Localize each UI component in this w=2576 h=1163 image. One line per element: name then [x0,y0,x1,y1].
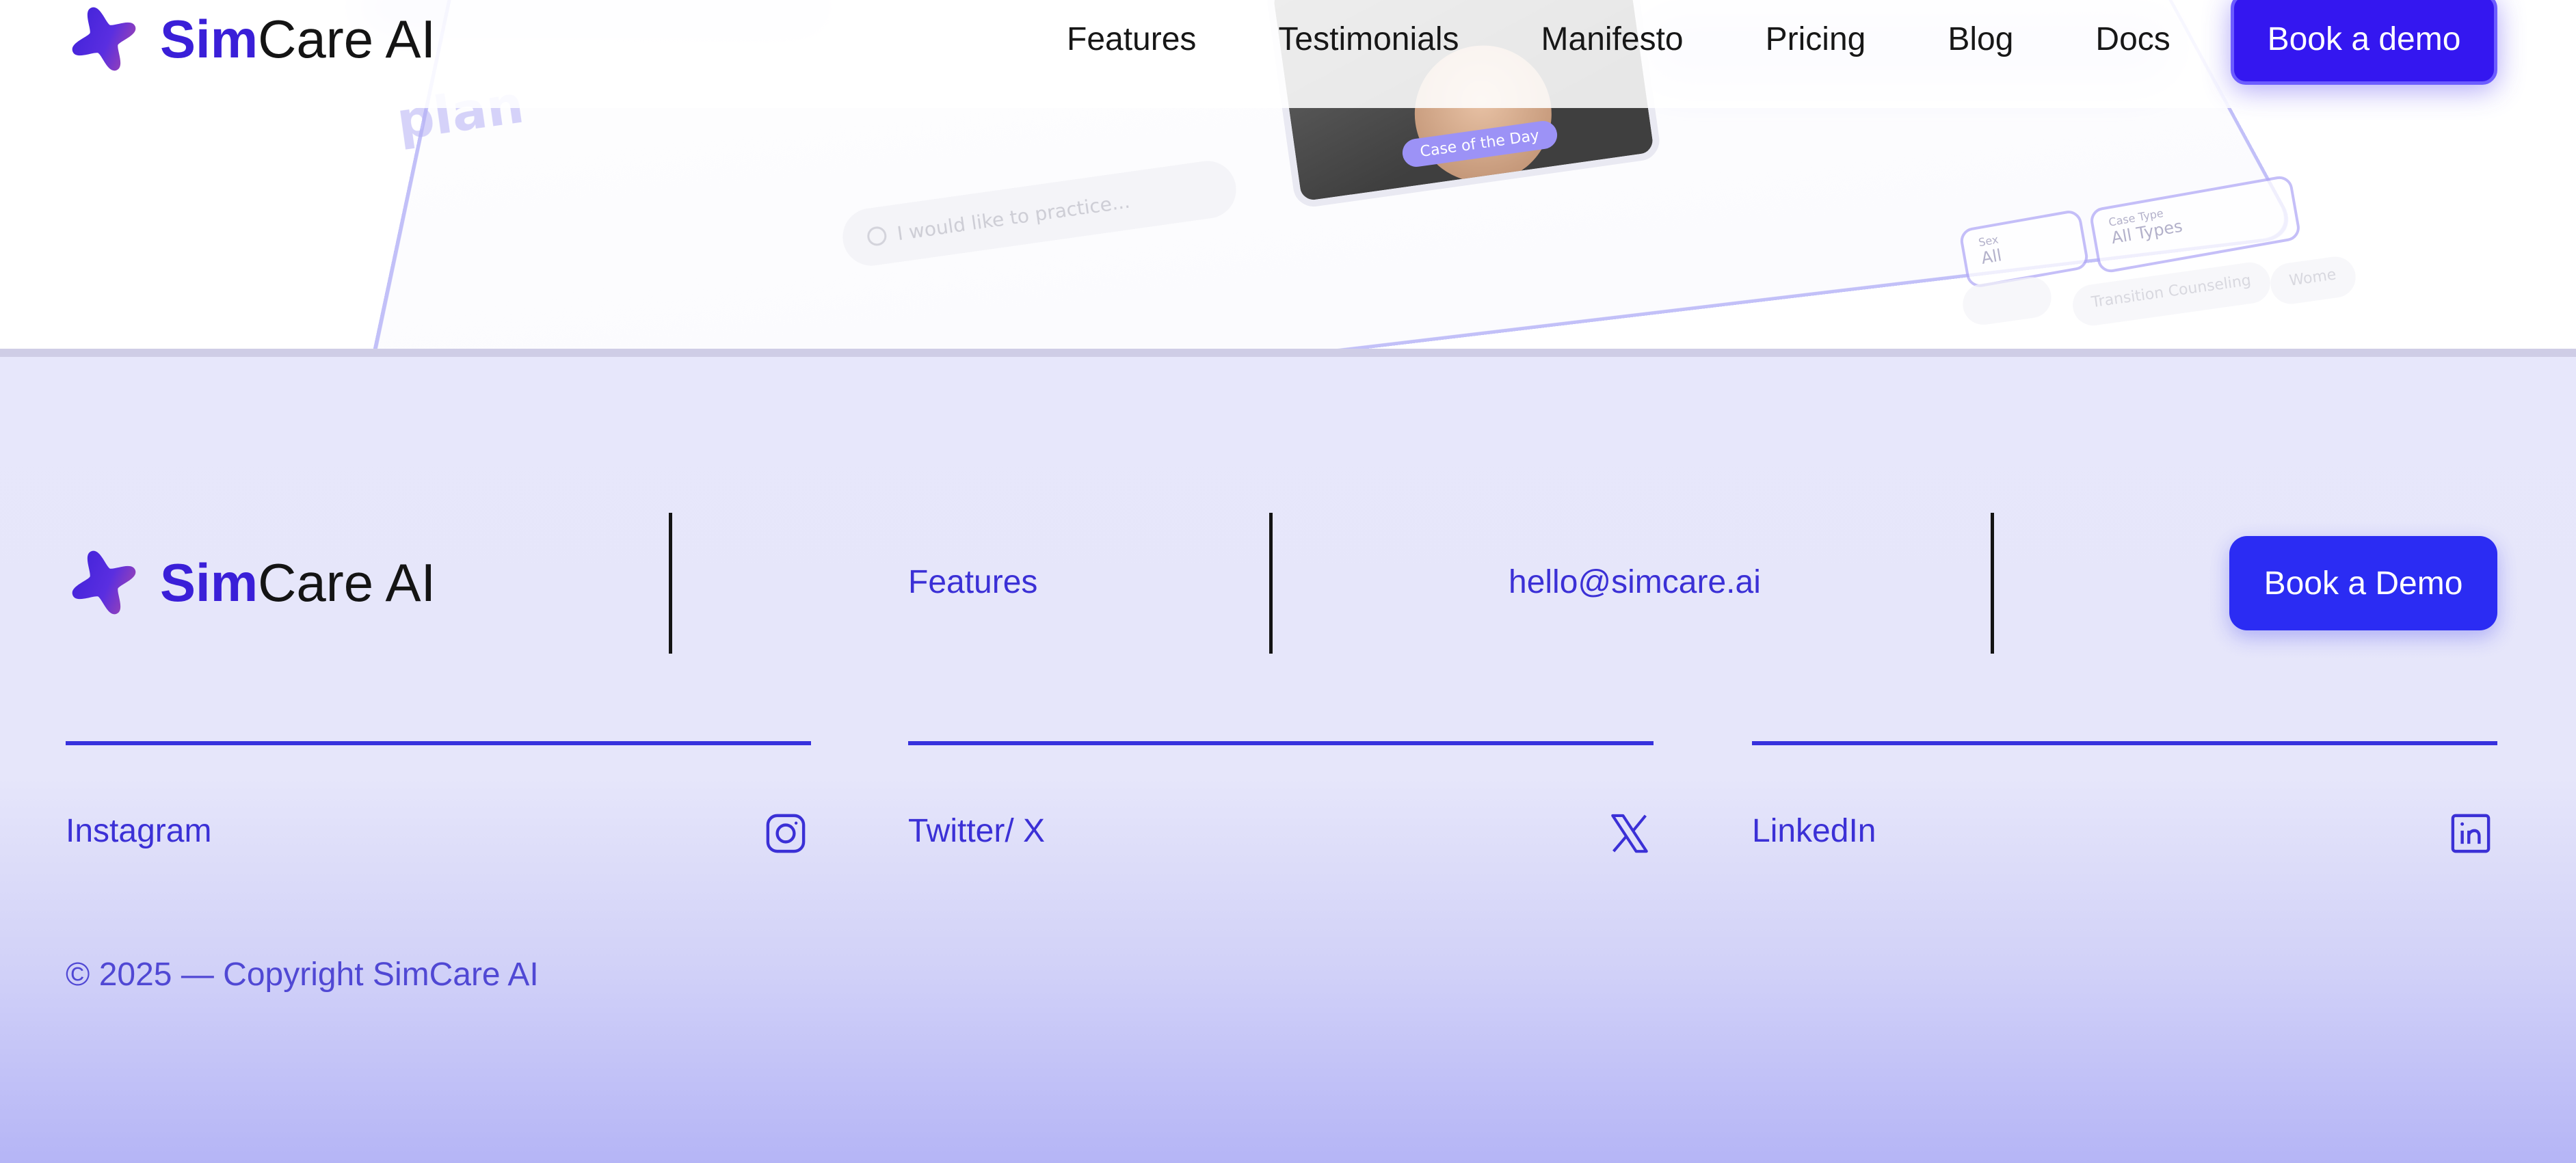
footer-divider-vertical [1269,513,1273,654]
nav-link-testimonials[interactable]: Testimonials [1278,21,1459,58]
footer-divider-horizontal [1752,741,2497,745]
social-link-twitter-x[interactable]: Twitter/ X [908,812,1045,850]
navbar-logo[interactable]: SimCare AI [66,2,436,76]
social-link-linkedin[interactable]: LinkedIn [1752,812,1876,850]
footer-divider-vertical [1991,513,1994,654]
footer-email-link[interactable]: hello@simcare.ai [1509,563,1761,601]
search-icon [866,225,888,248]
section-divider [0,349,2576,357]
simcare-logo-icon [72,7,136,71]
social-link-instagram[interactable]: Instagram [66,812,211,850]
copyright-text: © 2025 — Copyright SimCare AI [66,957,539,993]
footer-divider-vertical [669,513,672,654]
site-footer: SimCare AI Features hello@simcare.ai Boo… [0,357,2576,1163]
book-demo-button[interactable]: Book a demo [2231,0,2497,85]
mockup-tag: Transition Counseling [2070,260,2273,328]
nav-link-docs[interactable]: Docs [2095,21,2170,58]
footer-divider-horizontal [66,741,811,745]
nav-link-pricing[interactable]: Pricing [1766,21,1866,58]
footer-logo[interactable]: SimCare AI [66,544,436,621]
footer-link-features[interactable]: Features [908,563,1037,601]
brand-wordmark: SimCare AI [160,8,436,69]
primary-nav: Features Testimonials Manifesto Pricing … [1067,14,2170,64]
nav-link-manifesto[interactable]: Manifesto [1541,21,1684,58]
brand-wordmark: SimCare AI [160,552,436,613]
top-navbar: SimCare AI Features Testimonials Manifes… [0,0,2576,108]
simcare-logo-icon [72,550,136,615]
instagram-icon[interactable] [763,811,808,856]
footer-book-demo-button[interactable]: Book a Demo [2229,536,2497,630]
nav-link-features[interactable]: Features [1067,21,1196,58]
mockup-tag: Wome [2268,254,2359,307]
linkedin-icon[interactable] [2448,811,2493,856]
x-icon[interactable] [1607,811,1652,856]
nav-link-blog[interactable]: Blog [1948,21,2013,58]
footer-divider-horizontal [908,741,1654,745]
